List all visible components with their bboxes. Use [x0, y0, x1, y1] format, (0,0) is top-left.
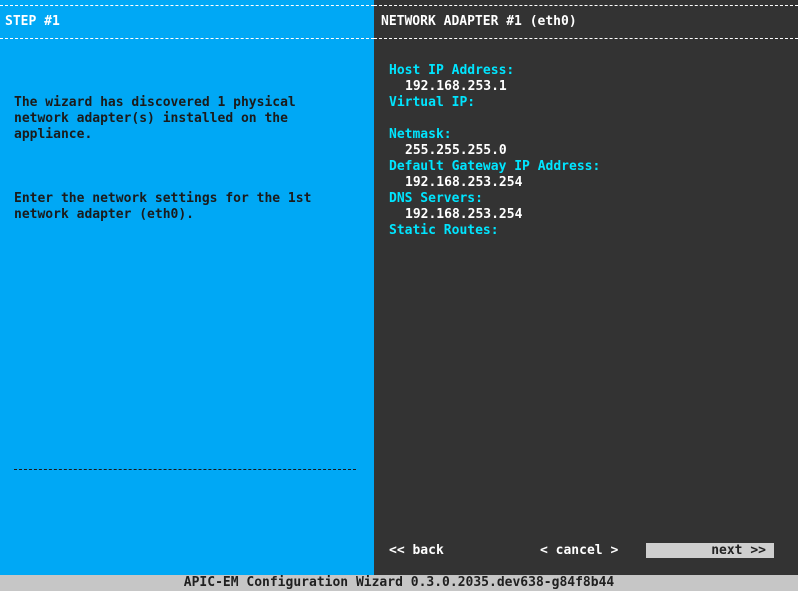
host-ip-value[interactable]: 192.168.253.1: [389, 79, 789, 95]
adapter-fields: Host IP Address: 192.168.253.1 Virtual I…: [389, 63, 789, 239]
step-description: The wizard has discovered 1 physical net…: [14, 63, 364, 271]
network-adapter-panel: NETWORK ADAPTER #1 (eth0) Host IP Addres…: [374, 0, 798, 575]
gateway-value[interactable]: 192.168.253.254: [389, 175, 789, 191]
cancel-button[interactable]: < cancel >: [540, 543, 618, 559]
next-button[interactable]: next >>: [646, 543, 774, 558]
top-divider: [0, 5, 374, 6]
discovery-message: The wizard has discovered 1 physical net…: [14, 95, 296, 142]
status-bar: APIC-EM Configuration Wizard 0.3.0.2035.…: [0, 575, 798, 591]
netmask-value[interactable]: 255.255.255.0: [389, 143, 789, 159]
gateway-label: Default Gateway IP Address:: [389, 159, 601, 174]
dns-label: DNS Servers:: [389, 191, 483, 206]
top-divider: [374, 5, 798, 6]
field-spacer: [389, 111, 789, 127]
host-ip-field[interactable]: Host IP Address: 192.168.253.1: [389, 63, 789, 95]
netmask-field[interactable]: Netmask: 255.255.255.0: [389, 127, 789, 159]
title-divider: [0, 38, 374, 39]
virtual-ip-label: Virtual IP:: [389, 95, 476, 110]
step-title: STEP #1: [5, 14, 60, 29]
adapter-title: NETWORK ADAPTER #1 (eth0): [381, 14, 577, 29]
static-routes-field[interactable]: Static Routes:: [389, 223, 789, 239]
host-ip-label: Host IP Address:: [389, 63, 515, 78]
title-divider: [374, 38, 798, 39]
dns-value[interactable]: 192.168.253.254: [389, 207, 789, 223]
back-button[interactable]: << back: [389, 543, 444, 559]
bottom-divider: [14, 469, 356, 470]
netmask-label: Netmask:: [389, 127, 452, 142]
virtual-ip-field[interactable]: Virtual IP:: [389, 95, 789, 111]
wizard-navigation: << back < cancel > next >>: [374, 543, 798, 559]
dns-field[interactable]: DNS Servers: 192.168.253.254: [389, 191, 789, 223]
static-routes-label: Static Routes:: [389, 223, 499, 238]
gateway-field[interactable]: Default Gateway IP Address: 192.168.253.…: [389, 159, 789, 191]
instruction-message: Enter the network settings for the 1st n…: [14, 191, 312, 222]
step-panel: STEP #1 The wizard has discovered 1 phys…: [0, 0, 374, 575]
